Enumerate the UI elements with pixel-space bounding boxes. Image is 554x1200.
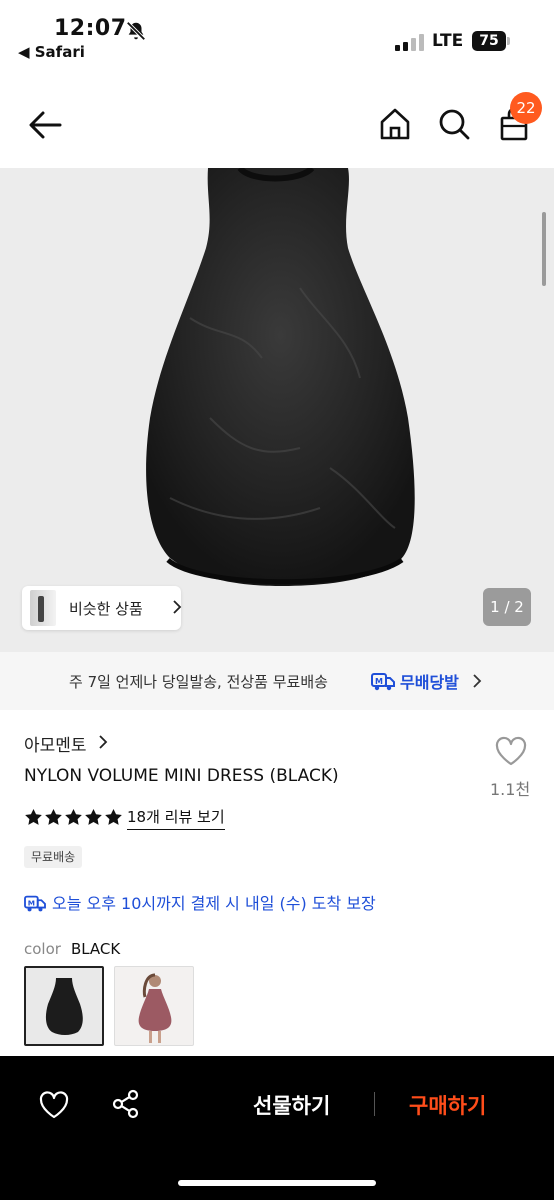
- star-icon: [105, 808, 122, 825]
- delivery-brand: 무배당발: [400, 673, 459, 692]
- rating-stars: [24, 808, 124, 828]
- status-bar: 12:07 ◀ Safari LTE 75: [0, 0, 554, 70]
- product-image-gallery[interactable]: 비슷한 상품 1 / 2: [0, 168, 554, 652]
- buy-button[interactable]: 구매하기: [409, 1090, 486, 1120]
- truck-icon: M: [371, 673, 395, 691]
- color-label: color: [24, 940, 61, 958]
- similar-thumbnail: [30, 590, 56, 626]
- heart-icon[interactable]: [38, 1090, 70, 1120]
- free-shipping-tag: 무료배송: [24, 846, 83, 868]
- bell-muted-icon: [126, 21, 146, 41]
- battery-icon: 75: [472, 31, 506, 51]
- back-to-safari[interactable]: ◀ Safari: [18, 43, 85, 61]
- review-link[interactable]: 18개 리뷰 보기: [127, 806, 225, 830]
- network-type: LTE: [432, 31, 464, 51]
- signal-icon: [395, 33, 425, 51]
- cart-count-badge: 22: [510, 92, 542, 124]
- home-indicator[interactable]: [178, 1180, 376, 1186]
- chevron-right-icon: [173, 600, 182, 614]
- svg-text:M: M: [28, 899, 35, 908]
- star-icon: [85, 808, 102, 825]
- delivery-banner[interactable]: 주 7일 언제나 당일발송, 전상품 무료배송 M 무배당발: [0, 652, 554, 710]
- home-icon[interactable]: [378, 106, 412, 142]
- brand-link[interactable]: 아모멘토: [24, 731, 87, 756]
- top-nav: [0, 90, 554, 160]
- color-value: BLACK: [70, 940, 121, 958]
- similar-products-button[interactable]: 비슷한 상품: [22, 586, 182, 630]
- color-swatch-black[interactable]: [24, 966, 104, 1046]
- chevron-right-icon: [99, 735, 108, 749]
- share-icon[interactable]: [110, 1088, 142, 1120]
- like-count: 1.1천: [490, 780, 531, 799]
- product-title: NYLON VOLUME MINI DRESS (BLACK): [24, 766, 339, 786]
- image-page-indicator: 1 / 2: [483, 588, 531, 626]
- delivery-text: 주 7일 언제나 당일발송, 전상품 무료배송: [69, 673, 328, 691]
- color-swatch-pink[interactable]: [114, 966, 194, 1046]
- product-photo: [146, 168, 415, 586]
- heart-icon[interactable]: [494, 735, 528, 767]
- swatch-pink-dress: [138, 973, 172, 1043]
- swatch-black-dress: [45, 978, 83, 1035]
- similar-label: 비슷한 상품: [69, 600, 143, 618]
- status-time: 12:07: [54, 16, 127, 41]
- star-icon: [25, 808, 42, 825]
- gift-button[interactable]: 선물하기: [253, 1090, 330, 1120]
- scroll-indicator: [542, 212, 546, 286]
- arrival-text: 오늘 오후 10시까지 결제 시 내일 (수) 도착 보장: [52, 894, 376, 913]
- divider: [374, 1092, 375, 1116]
- svg-text:M: M: [375, 677, 383, 686]
- color-row: color BLACK: [24, 940, 120, 958]
- chevron-right-icon: [473, 674, 482, 688]
- truck-icon: M: [24, 895, 46, 912]
- search-icon[interactable]: [437, 107, 471, 141]
- back-arrow-icon[interactable]: [26, 108, 64, 142]
- bottom-action-bar: 선물하기 구매하기: [0, 1056, 554, 1200]
- star-icon: [45, 808, 62, 825]
- star-icon: [65, 808, 82, 825]
